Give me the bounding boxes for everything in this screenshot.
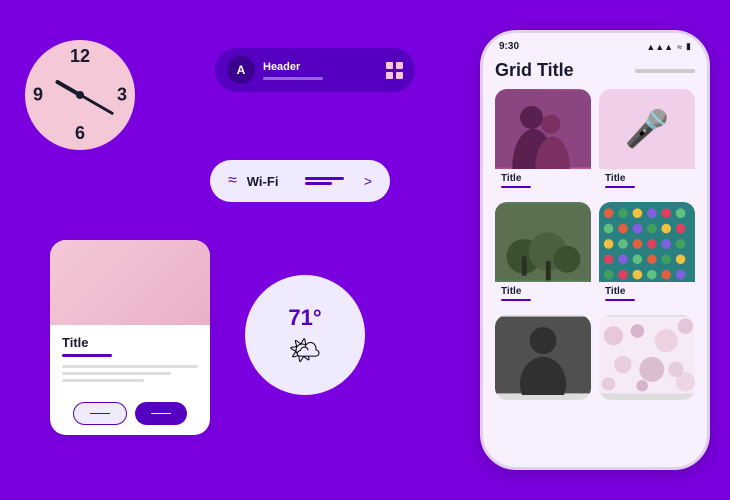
phone-mockup: 9:30 ▲▲▲ ≈ ▮ Grid Title — [480, 30, 710, 470]
card-title-bar — [62, 354, 112, 357]
phone-content-area: Grid Title T — [483, 56, 707, 400]
card-button-outline[interactable]: —— — [73, 402, 127, 425]
card-buttons-group: —— —— — [50, 394, 210, 435]
header-dot-3 — [386, 72, 393, 79]
wifi-icon: ≈ — [228, 172, 237, 190]
grid-item-2-label: Title — [599, 169, 695, 194]
microphone-icon: 🎤 — [625, 108, 670, 150]
grid-item-2[interactable]: 🎤 Title — [599, 89, 695, 194]
grid-item-4-title: Title — [605, 286, 689, 297]
phone-app-header: Grid Title — [495, 60, 695, 81]
grid-item-3-title: Title — [501, 286, 585, 297]
grid-image-dots — [599, 202, 695, 282]
grid-item-4[interactable]: Title — [599, 202, 695, 307]
clock-center-dot — [76, 91, 84, 99]
wifi-bar-2 — [305, 182, 332, 185]
grid-item-1-label: Title — [495, 169, 591, 194]
weather-icon: 🌤 — [288, 335, 321, 366]
card-line-1 — [62, 365, 198, 368]
grid-item-3[interactable]: Title — [495, 202, 591, 307]
grid-item-1[interactable]: Title — [495, 89, 591, 194]
clock-number-12: 12 — [70, 46, 90, 67]
grid-image-silhouette — [495, 89, 591, 169]
clock-number-3: 3 — [117, 85, 127, 106]
phone-wifi-icon: ≈ — [677, 42, 682, 52]
header-text-group: Header — [263, 61, 378, 80]
header-icon-group — [386, 62, 403, 79]
card-title: Title — [62, 335, 198, 350]
grid-item-1-bar — [501, 186, 531, 188]
grid-item-3-label: Title — [495, 282, 591, 307]
clock-number-9: 9 — [33, 85, 43, 106]
phone-status-bar: 9:30 ▲▲▲ ≈ ▮ — [483, 33, 707, 56]
card-component: Title —— —— — [50, 240, 210, 435]
grid-item-4-label: Title — [599, 282, 695, 307]
header-dot-2 — [396, 62, 403, 69]
phone-time: 9:30 — [499, 41, 519, 52]
clock-minute-hand — [79, 94, 113, 116]
phone-filter-bar — [635, 69, 695, 73]
header-dot-4 — [396, 72, 403, 79]
phone-signal-icon: ▲▲▲ — [646, 42, 673, 52]
phone-grid: Title 🎤 Title — [495, 89, 695, 400]
card-body: Title — [50, 325, 210, 394]
grid-image-plants — [495, 202, 591, 282]
grid-item-2-title: Title — [605, 173, 689, 184]
clock-widget: 12 3 6 9 — [25, 40, 135, 150]
grid-item-5[interactable] — [495, 315, 591, 400]
wifi-chevron-icon: > — [364, 173, 372, 189]
header-component: A Header — [215, 48, 415, 92]
wifi-bar-1 — [305, 177, 344, 180]
grid-item-4-bar — [605, 299, 635, 301]
card-description-lines — [62, 365, 198, 382]
grid-item-6[interactable] — [599, 315, 695, 400]
grid-item-2-bar — [605, 186, 635, 188]
header-avatar: A — [227, 56, 255, 84]
header-title: Header — [263, 61, 378, 73]
wifi-signal-bars — [305, 177, 354, 185]
grid-item-3-bar — [501, 299, 531, 301]
header-dot-1 — [386, 62, 393, 69]
card-button-filled[interactable]: —— — [135, 402, 187, 425]
grid-image-dark — [495, 315, 591, 400]
phone-status-icons: ▲▲▲ ≈ ▮ — [646, 41, 691, 52]
phone-grid-title: Grid Title — [495, 60, 574, 81]
grid-image-circles — [599, 315, 695, 400]
phone-battery-icon: ▮ — [686, 41, 691, 52]
weather-widget: 71° 🌤 — [245, 275, 365, 395]
main-canvas: 12 3 6 9 A Header ≈ Wi-Fi > — [15, 20, 715, 480]
grid-item-1-title: Title — [501, 173, 585, 184]
header-subtitle-bar — [263, 77, 323, 80]
card-line-3 — [62, 379, 144, 382]
clock-number-6: 6 — [75, 123, 85, 144]
card-image — [50, 240, 210, 325]
card-line-2 — [62, 372, 171, 375]
weather-temperature: 71° — [288, 305, 321, 331]
grid-image-microphone: 🎤 — [599, 89, 695, 169]
wifi-label: Wi-Fi — [247, 174, 296, 189]
wifi-component[interactable]: ≈ Wi-Fi > — [210, 160, 390, 202]
